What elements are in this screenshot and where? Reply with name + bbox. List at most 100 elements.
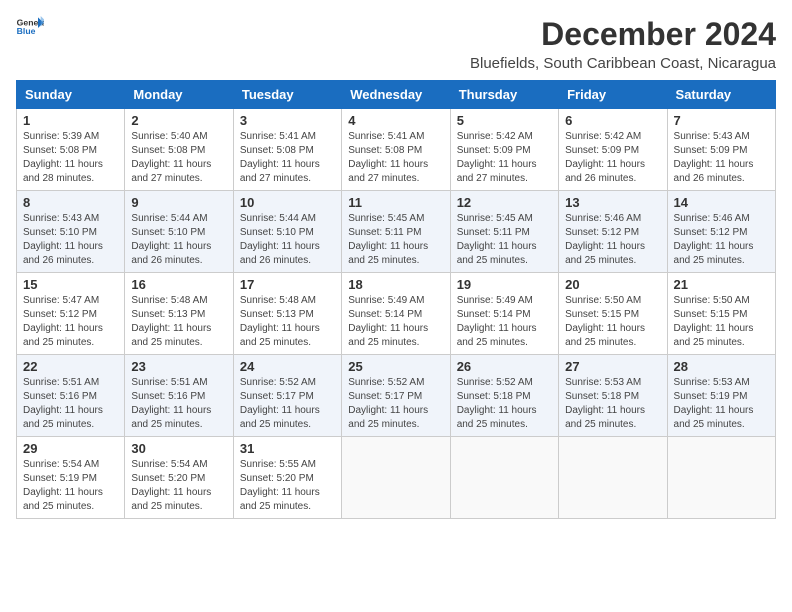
day-number: 13 bbox=[565, 195, 660, 210]
logo-icon: General Blue bbox=[16, 16, 44, 36]
calendar-week-row: 29 Sunrise: 5:54 AM Sunset: 5:19 PM Dayli… bbox=[17, 437, 776, 519]
calendar-day-cell: 17Sunrise: 5:48 AM Sunset: 5:13 PM Dayli… bbox=[233, 273, 341, 355]
weekday-header-sunday: Sunday bbox=[17, 81, 125, 109]
day-info: Sunrise: 5:50 AM Sunset: 5:15 PM Dayligh… bbox=[674, 294, 769, 350]
calendar-day-cell: 10Sunrise: 5:44 AM Sunset: 5:10 PM Dayli… bbox=[233, 191, 341, 273]
calendar-day-cell: 9Sunrise: 5:44 AM Sunset: 5:10 PM Daylig… bbox=[125, 191, 233, 273]
day-info: Sunrise: 5:54 AM Sunset: 5:19 PM Dayligh… bbox=[23, 458, 118, 514]
day-number: 25 bbox=[348, 359, 443, 374]
title-area: December 2024 Bluefields, South Caribbea… bbox=[470, 16, 776, 72]
main-title: December 2024 bbox=[470, 16, 776, 53]
day-number: 24 bbox=[240, 359, 335, 374]
day-number: 22 bbox=[23, 359, 118, 374]
day-info: Sunrise: 5:44 AM Sunset: 5:10 PM Dayligh… bbox=[131, 212, 226, 268]
day-number: 3 bbox=[240, 113, 335, 128]
day-number: 28 bbox=[674, 359, 769, 374]
day-number: 17 bbox=[240, 277, 335, 292]
calendar-day-cell: 23 Sunrise: 5:51 AM Sunset: 5:16 PM Dayli… bbox=[125, 355, 233, 437]
day-info: Sunrise: 5:45 AM Sunset: 5:11 PM Dayligh… bbox=[457, 212, 552, 268]
calendar-day-cell: 13 Sunrise: 5:46 AM Sunset: 5:12 PM Dayli… bbox=[559, 191, 667, 273]
calendar-day-cell: 2 Sunrise: 5:40 AM Sunset: 5:08 PM Daylig… bbox=[125, 109, 233, 191]
weekday-header-row: SundayMondayTuesdayWednesdayThursdayFrid… bbox=[17, 81, 776, 109]
day-info: Sunrise: 5:45 AM Sunset: 5:11 PM Dayligh… bbox=[348, 212, 443, 268]
day-info: Sunrise: 5:43 AM Sunset: 5:10 PM Dayligh… bbox=[23, 212, 118, 268]
day-info: Sunrise: 5:46 AM Sunset: 5:12 PM Dayligh… bbox=[565, 212, 660, 268]
day-number: 31 bbox=[240, 441, 335, 456]
day-info: Sunrise: 5:40 AM Sunset: 5:08 PM Dayligh… bbox=[131, 130, 226, 186]
day-number: 18 bbox=[348, 277, 443, 292]
day-info: Sunrise: 5:55 AM Sunset: 5:20 PM Dayligh… bbox=[240, 458, 335, 514]
day-number: 8 bbox=[23, 195, 118, 210]
day-number: 14 bbox=[674, 195, 769, 210]
day-number: 5 bbox=[457, 113, 552, 128]
day-info: Sunrise: 5:44 AM Sunset: 5:10 PM Dayligh… bbox=[240, 212, 335, 268]
calendar-day-cell: 24 Sunrise: 5:52 AM Sunset: 5:17 PM Dayli… bbox=[233, 355, 341, 437]
day-number: 2 bbox=[131, 113, 226, 128]
calendar-week-row: 22 Sunrise: 5:51 AM Sunset: 5:16 PM Dayli… bbox=[17, 355, 776, 437]
calendar-day-cell: 26Sunrise: 5:52 AM Sunset: 5:18 PM Dayli… bbox=[450, 355, 558, 437]
calendar-day-cell: 6Sunrise: 5:42 AM Sunset: 5:09 PM Daylig… bbox=[559, 109, 667, 191]
day-info: Sunrise: 5:51 AM Sunset: 5:16 PM Dayligh… bbox=[131, 376, 226, 432]
day-number: 30 bbox=[131, 441, 226, 456]
day-info: Sunrise: 5:48 AM Sunset: 5:13 PM Dayligh… bbox=[131, 294, 226, 350]
calendar-day-cell: 7Sunrise: 5:43 AM Sunset: 5:09 PM Daylig… bbox=[667, 109, 775, 191]
weekday-header-tuesday: Tuesday bbox=[233, 81, 341, 109]
weekday-header-saturday: Saturday bbox=[667, 81, 775, 109]
day-number: 27 bbox=[565, 359, 660, 374]
day-info: Sunrise: 5:39 AM Sunset: 5:08 PM Dayligh… bbox=[23, 130, 118, 186]
day-info: Sunrise: 5:41 AM Sunset: 5:08 PM Dayligh… bbox=[348, 130, 443, 186]
day-number: 29 bbox=[23, 441, 118, 456]
day-info: Sunrise: 5:52 AM Sunset: 5:18 PM Dayligh… bbox=[457, 376, 552, 432]
calendar-day-cell: 22Sunrise: 5:51 AM Sunset: 5:16 PM Dayli… bbox=[17, 355, 125, 437]
calendar-day-cell: 21 Sunrise: 5:50 AM Sunset: 5:15 PM Dayli… bbox=[667, 273, 775, 355]
day-number: 16 bbox=[131, 277, 226, 292]
day-info: Sunrise: 5:52 AM Sunset: 5:17 PM Dayligh… bbox=[240, 376, 335, 432]
calendar-day-cell: 3 Sunrise: 5:41 AM Sunset: 5:08 PM Daylig… bbox=[233, 109, 341, 191]
calendar-week-row: 15Sunrise: 5:47 AM Sunset: 5:12 PM Dayli… bbox=[17, 273, 776, 355]
weekday-header-thursday: Thursday bbox=[450, 81, 558, 109]
calendar-day-cell: 25 Sunrise: 5:52 AM Sunset: 5:17 PM Dayli… bbox=[342, 355, 450, 437]
calendar-day-cell: 27 Sunrise: 5:53 AM Sunset: 5:18 PM Dayli… bbox=[559, 355, 667, 437]
day-info: Sunrise: 5:54 AM Sunset: 5:20 PM Dayligh… bbox=[131, 458, 226, 514]
calendar-day-cell: 14 Sunrise: 5:46 AM Sunset: 5:12 PM Dayli… bbox=[667, 191, 775, 273]
day-info: Sunrise: 5:49 AM Sunset: 5:14 PM Dayligh… bbox=[348, 294, 443, 350]
calendar-day-cell: 31 Sunrise: 5:55 AM Sunset: 5:20 PM Dayli… bbox=[233, 437, 341, 519]
day-info: Sunrise: 5:46 AM Sunset: 5:12 PM Dayligh… bbox=[674, 212, 769, 268]
svg-text:Blue: Blue bbox=[17, 26, 36, 36]
day-number: 23 bbox=[131, 359, 226, 374]
calendar-day-cell: 28Sunrise: 5:53 AM Sunset: 5:19 PM Dayli… bbox=[667, 355, 775, 437]
empty-cell bbox=[559, 437, 667, 519]
day-number: 20 bbox=[565, 277, 660, 292]
calendar-day-cell: 20 Sunrise: 5:50 AM Sunset: 5:15 PM Dayli… bbox=[559, 273, 667, 355]
calendar-day-cell: 4 Sunrise: 5:41 AM Sunset: 5:08 PM Daylig… bbox=[342, 109, 450, 191]
day-info: Sunrise: 5:53 AM Sunset: 5:18 PM Dayligh… bbox=[565, 376, 660, 432]
calendar-day-cell: 16 Sunrise: 5:48 AM Sunset: 5:13 PM Dayli… bbox=[125, 273, 233, 355]
calendar-day-cell: 18 Sunrise: 5:49 AM Sunset: 5:14 PM Dayli… bbox=[342, 273, 450, 355]
calendar-day-cell: 8 Sunrise: 5:43 AM Sunset: 5:10 PM Daylig… bbox=[17, 191, 125, 273]
calendar-day-cell: 12 Sunrise: 5:45 AM Sunset: 5:11 PM Dayli… bbox=[450, 191, 558, 273]
calendar-day-cell: 15Sunrise: 5:47 AM Sunset: 5:12 PM Dayli… bbox=[17, 273, 125, 355]
day-info: Sunrise: 5:50 AM Sunset: 5:15 PM Dayligh… bbox=[565, 294, 660, 350]
day-number: 1 bbox=[23, 113, 118, 128]
calendar: SundayMondayTuesdayWednesdayThursdayFrid… bbox=[16, 80, 776, 519]
empty-cell bbox=[342, 437, 450, 519]
day-number: 12 bbox=[457, 195, 552, 210]
day-number: 4 bbox=[348, 113, 443, 128]
day-info: Sunrise: 5:41 AM Sunset: 5:08 PM Dayligh… bbox=[240, 130, 335, 186]
logo: General Blue bbox=[16, 16, 44, 36]
weekday-header-monday: Monday bbox=[125, 81, 233, 109]
calendar-day-cell: 5 Sunrise: 5:42 AM Sunset: 5:09 PM Daylig… bbox=[450, 109, 558, 191]
calendar-day-cell: 30 Sunrise: 5:54 AM Sunset: 5:20 PM Dayli… bbox=[125, 437, 233, 519]
day-number: 7 bbox=[674, 113, 769, 128]
calendar-week-row: 8 Sunrise: 5:43 AM Sunset: 5:10 PM Daylig… bbox=[17, 191, 776, 273]
calendar-week-row: 1 Sunrise: 5:39 AM Sunset: 5:08 PM Daylig… bbox=[17, 109, 776, 191]
calendar-day-cell: 11Sunrise: 5:45 AM Sunset: 5:11 PM Dayli… bbox=[342, 191, 450, 273]
day-info: Sunrise: 5:42 AM Sunset: 5:09 PM Dayligh… bbox=[457, 130, 552, 186]
empty-cell bbox=[450, 437, 558, 519]
day-info: Sunrise: 5:52 AM Sunset: 5:17 PM Dayligh… bbox=[348, 376, 443, 432]
header-area: General Blue December 2024 Bluefields, S… bbox=[16, 16, 776, 72]
subtitle: Bluefields, South Caribbean Coast, Nicar… bbox=[470, 55, 776, 72]
calendar-day-cell: 19Sunrise: 5:49 AM Sunset: 5:14 PM Dayli… bbox=[450, 273, 558, 355]
day-number: 21 bbox=[674, 277, 769, 292]
day-number: 19 bbox=[457, 277, 552, 292]
